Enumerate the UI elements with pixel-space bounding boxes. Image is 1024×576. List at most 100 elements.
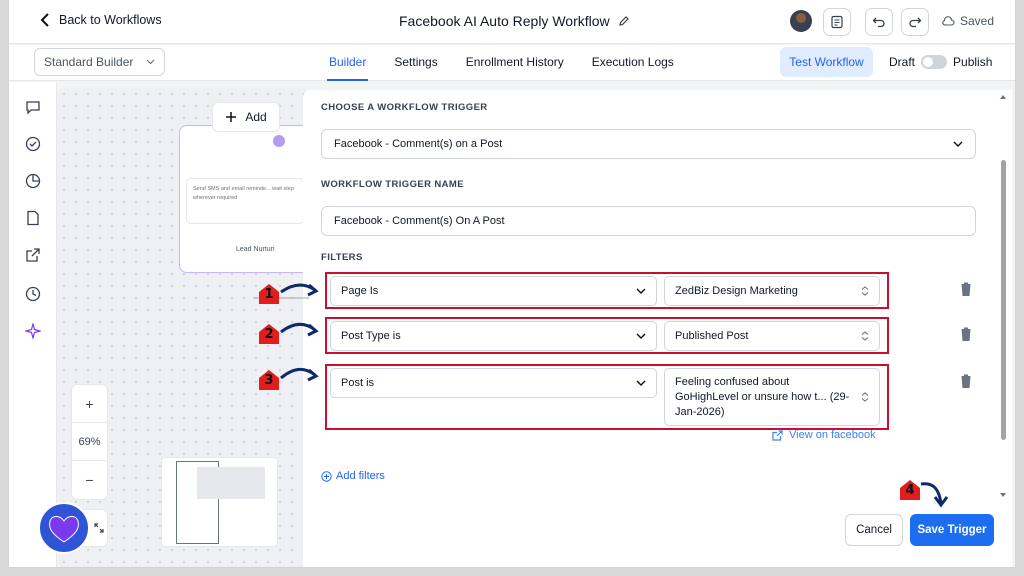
zoom-controls: + 69% −	[71, 384, 108, 500]
external-link-icon[interactable]	[24, 246, 42, 264]
scroll-up-arrow-icon[interactable]	[999, 94, 1007, 100]
left-icon-rail	[9, 82, 57, 567]
filter-1-field-select[interactable]: Page Is	[330, 276, 657, 306]
test-workflow-button[interactable]: Test Workflow	[780, 47, 873, 77]
undo-icon	[872, 17, 885, 28]
trigger-name-input[interactable]: Facebook - Comment(s) On A Post	[321, 206, 976, 236]
back-label: Back to Workflows	[59, 13, 162, 27]
avatar[interactable]	[790, 10, 812, 32]
trigger-select[interactable]: Facebook - Comment(s) on a Post	[321, 129, 976, 159]
step-marker-4: 4	[898, 478, 922, 502]
chevron-down-icon	[636, 333, 646, 339]
external-link-icon	[772, 429, 783, 441]
trash-icon[interactable]	[959, 281, 973, 297]
sub-toolbar: Standard Builder Builder Settings Enroll…	[9, 45, 1015, 81]
undo-button[interactable]	[865, 8, 893, 36]
minimap[interactable]	[161, 457, 278, 547]
chevron-down-icon	[636, 288, 646, 294]
zoom-in-button[interactable]: +	[72, 385, 107, 423]
filter-3-value: Feeling confused about GoHighLevel or un…	[675, 375, 850, 418]
plus-icon	[226, 112, 237, 122]
trigger-section-label: CHOOSE A WORKFLOW TRIGGER	[321, 102, 488, 113]
minimap-node	[197, 467, 265, 499]
node-description: Send SMS and email reminde... wait step …	[186, 178, 304, 224]
redo-icon	[909, 17, 922, 28]
ai-badge-icon	[273, 135, 285, 147]
sparkle-icon[interactable]	[24, 322, 42, 340]
redo-button[interactable]	[901, 8, 929, 36]
save-trigger-button[interactable]: Save Trigger	[910, 514, 994, 546]
filter-2-field: Post Type is	[341, 330, 401, 342]
step-marker-3: 3	[257, 368, 281, 392]
sort-icon	[861, 392, 869, 402]
filter-3-field: Post is	[341, 377, 375, 389]
chevron-down-icon	[953, 141, 963, 147]
pie-chart-icon[interactable]	[24, 172, 42, 190]
zoom-level: 69%	[72, 423, 107, 461]
file-icon[interactable]	[24, 209, 42, 227]
document-icon	[831, 15, 843, 29]
tab-settings[interactable]: Settings	[394, 45, 437, 81]
filter-1-value-select[interactable]: ZedBiz Design Marketing	[664, 276, 880, 306]
workflow-title-text: Facebook AI Auto Reply Workflow	[399, 13, 610, 29]
publish-label: Publish	[953, 55, 993, 69]
view-link-label: View on facebook	[789, 429, 876, 441]
filter-2-field-select[interactable]: Post Type is	[330, 321, 657, 351]
top-bar: Back to Workflows Facebook AI Auto Reply…	[9, 0, 1015, 44]
step-marker-2: 2	[257, 322, 281, 346]
step-marker-3-label: 3	[264, 373, 274, 388]
node-footer-label: Lead Nurturi	[236, 246, 275, 253]
saved-label: Saved	[960, 14, 995, 28]
builder-mode-select[interactable]: Standard Builder	[34, 48, 165, 76]
app-window: Back to Workflows Facebook AI Auto Reply…	[8, 0, 1016, 568]
publish-toggle[interactable]	[921, 55, 948, 69]
cloud-icon	[942, 16, 955, 26]
draft-publish-toggle-group: Draft Publish	[889, 55, 992, 69]
step-marker-4-label: 4	[905, 483, 915, 498]
filter-1-value: ZedBiz Design Marketing	[675, 285, 798, 297]
tab-builder[interactable]: Builder	[326, 45, 369, 81]
heart-logo-icon	[49, 516, 79, 543]
builder-mode-value: Standard Builder	[44, 55, 134, 69]
workflow-node-card[interactable]: Send SMS and email reminde... wait step …	[179, 125, 309, 273]
filter-3-field-select[interactable]: Post is	[330, 368, 657, 398]
filter-2-value-select[interactable]: Published Post	[664, 321, 880, 351]
sort-icon	[861, 286, 869, 296]
chevron-left-icon	[40, 13, 49, 27]
plus-circle-icon	[321, 470, 332, 482]
scrollbar-thumb[interactable]	[1001, 160, 1006, 440]
notes-button[interactable]	[823, 8, 851, 36]
sort-icon	[861, 331, 869, 341]
chat-icon[interactable]	[24, 98, 42, 116]
add-step-button[interactable]: Add	[212, 102, 280, 132]
brand-logo	[38, 502, 90, 554]
tab-enrollment-history[interactable]: Enrollment History	[466, 45, 564, 81]
trigger-select-value: Facebook - Comment(s) on a Post	[334, 138, 503, 150]
trigger-name-section-label: WORKFLOW TRIGGER NAME	[321, 179, 464, 190]
expand-icon	[94, 523, 104, 533]
add-label: Add	[245, 110, 267, 124]
view-on-facebook-link[interactable]: View on facebook	[772, 429, 876, 441]
tab-execution-logs[interactable]: Execution Logs	[592, 45, 674, 81]
back-to-workflows-link[interactable]: Back to Workflows	[39, 13, 162, 27]
history-icon[interactable]	[24, 285, 42, 303]
filter-3-value-select[interactable]: Feeling confused about GoHighLevel or un…	[664, 368, 880, 426]
trigger-name-value: Facebook - Comment(s) On A Post	[334, 215, 505, 227]
check-circle-icon[interactable]	[24, 135, 42, 153]
add-filters-button[interactable]: Add filters	[321, 470, 385, 482]
zoom-out-button[interactable]: −	[72, 461, 107, 499]
step-marker-1-label: 1	[264, 287, 274, 302]
chevron-down-icon	[636, 380, 646, 386]
add-filters-label: Add filters	[336, 470, 385, 482]
pencil-icon[interactable]	[618, 15, 630, 27]
trash-icon[interactable]	[959, 373, 973, 389]
trash-icon[interactable]	[959, 326, 973, 342]
step-marker-1: 1	[257, 282, 281, 306]
saved-status: Saved	[941, 14, 994, 28]
step-marker-2-label: 2	[264, 327, 274, 342]
scroll-down-arrow-icon[interactable]	[999, 492, 1007, 498]
cancel-button[interactable]: Cancel	[845, 514, 903, 546]
workflow-title: Facebook AI Auto Reply Workflow	[399, 13, 630, 29]
draft-label: Draft	[889, 55, 916, 69]
filter-2-value: Published Post	[675, 330, 749, 342]
